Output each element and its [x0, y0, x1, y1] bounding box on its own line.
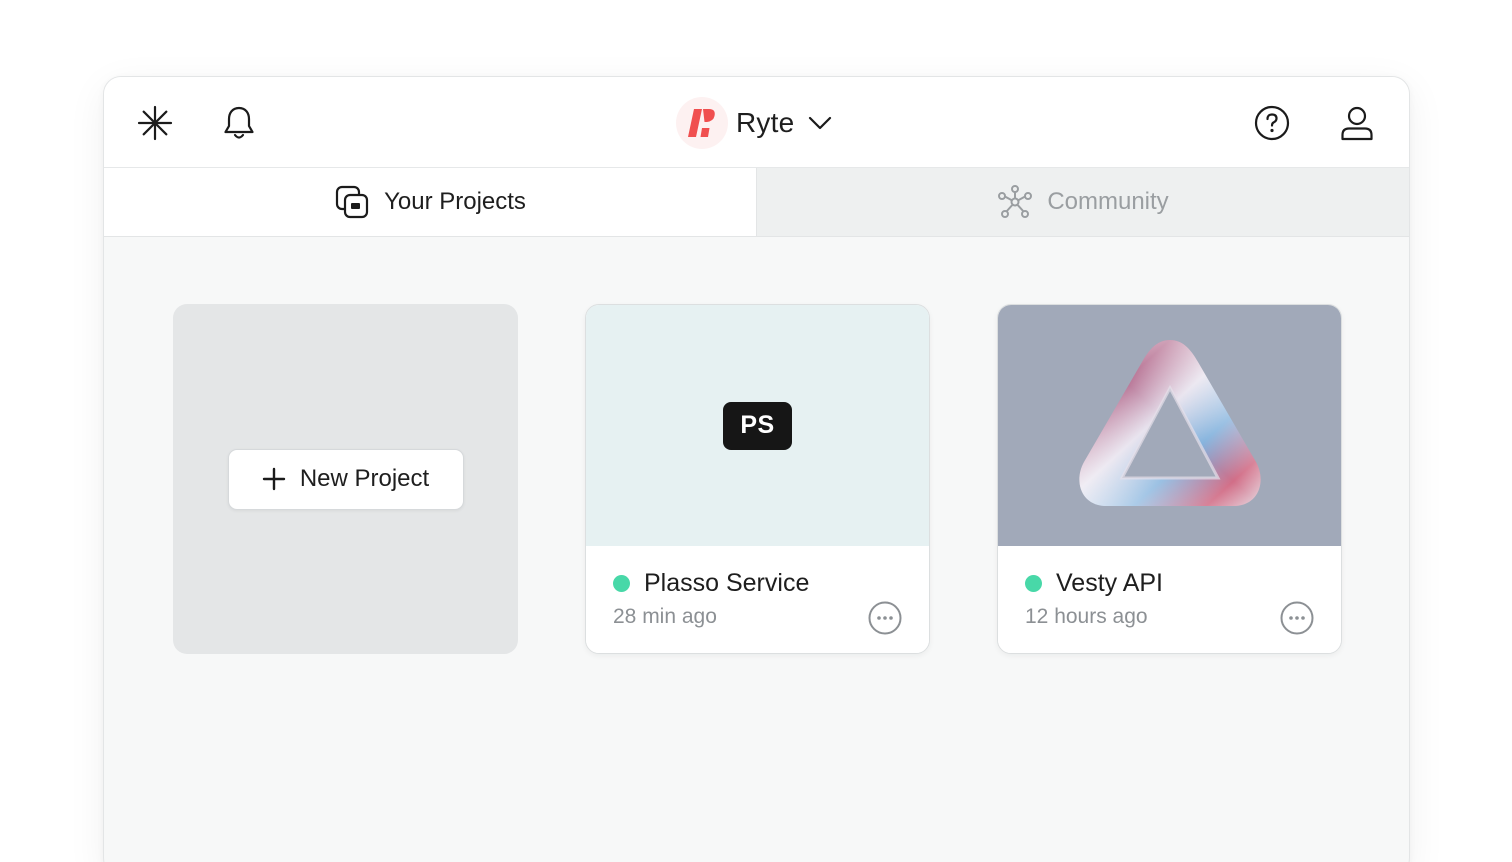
glass-triangle-image [1078, 339, 1261, 506]
project-updated-time: 28 min ago [613, 605, 717, 628]
workspace-name: Ryte [736, 107, 795, 138]
chevron-down-icon [808, 116, 832, 130]
tab-bar: Your Projects Community [104, 168, 1409, 237]
tab-label: Community [1047, 188, 1169, 215]
more-options-icon[interactable] [1280, 601, 1314, 635]
project-info: Vesty API 12 hours ago [998, 546, 1341, 653]
status-indicator [613, 575, 630, 592]
new-project-label: New Project [299, 465, 430, 492]
plus-icon [262, 467, 286, 491]
project-card-vesty-api[interactable]: Vesty API 12 hours ago [997, 304, 1342, 654]
user-icon[interactable] [1335, 101, 1379, 145]
sparkle-icon[interactable] [133, 101, 177, 145]
tab-community[interactable]: Community [756, 168, 1409, 236]
ryte-logo-icon [676, 97, 728, 149]
project-updated-time: 12 hours ago [1025, 605, 1148, 628]
top-bar: Ryte [104, 77, 1409, 168]
project-name: Vesty API [1056, 569, 1164, 597]
tab-your-projects[interactable]: Your Projects [104, 168, 756, 236]
projects-icon [334, 184, 370, 220]
bell-icon[interactable] [217, 101, 261, 145]
help-icon[interactable] [1250, 101, 1294, 145]
new-project-card: New Project [173, 304, 518, 654]
status-indicator [1025, 575, 1042, 592]
workspace-switcher[interactable]: Ryte [676, 97, 832, 149]
network-icon [997, 184, 1033, 220]
tab-label: Your Projects [384, 188, 526, 215]
project-info: Plasso Service 28 min ago [586, 546, 929, 653]
project-thumbnail [998, 305, 1341, 546]
more-options-icon[interactable] [868, 601, 902, 635]
project-initials-badge: PS [723, 401, 792, 450]
app-window: Ryte Your Projects Community New Project… [103, 76, 1410, 862]
project-name: Plasso Service [644, 569, 810, 597]
new-project-button[interactable]: New Project [227, 448, 464, 510]
project-card-plasso-service[interactable]: PS Plasso Service 28 min ago [585, 304, 930, 654]
project-thumbnail: PS [586, 305, 929, 546]
